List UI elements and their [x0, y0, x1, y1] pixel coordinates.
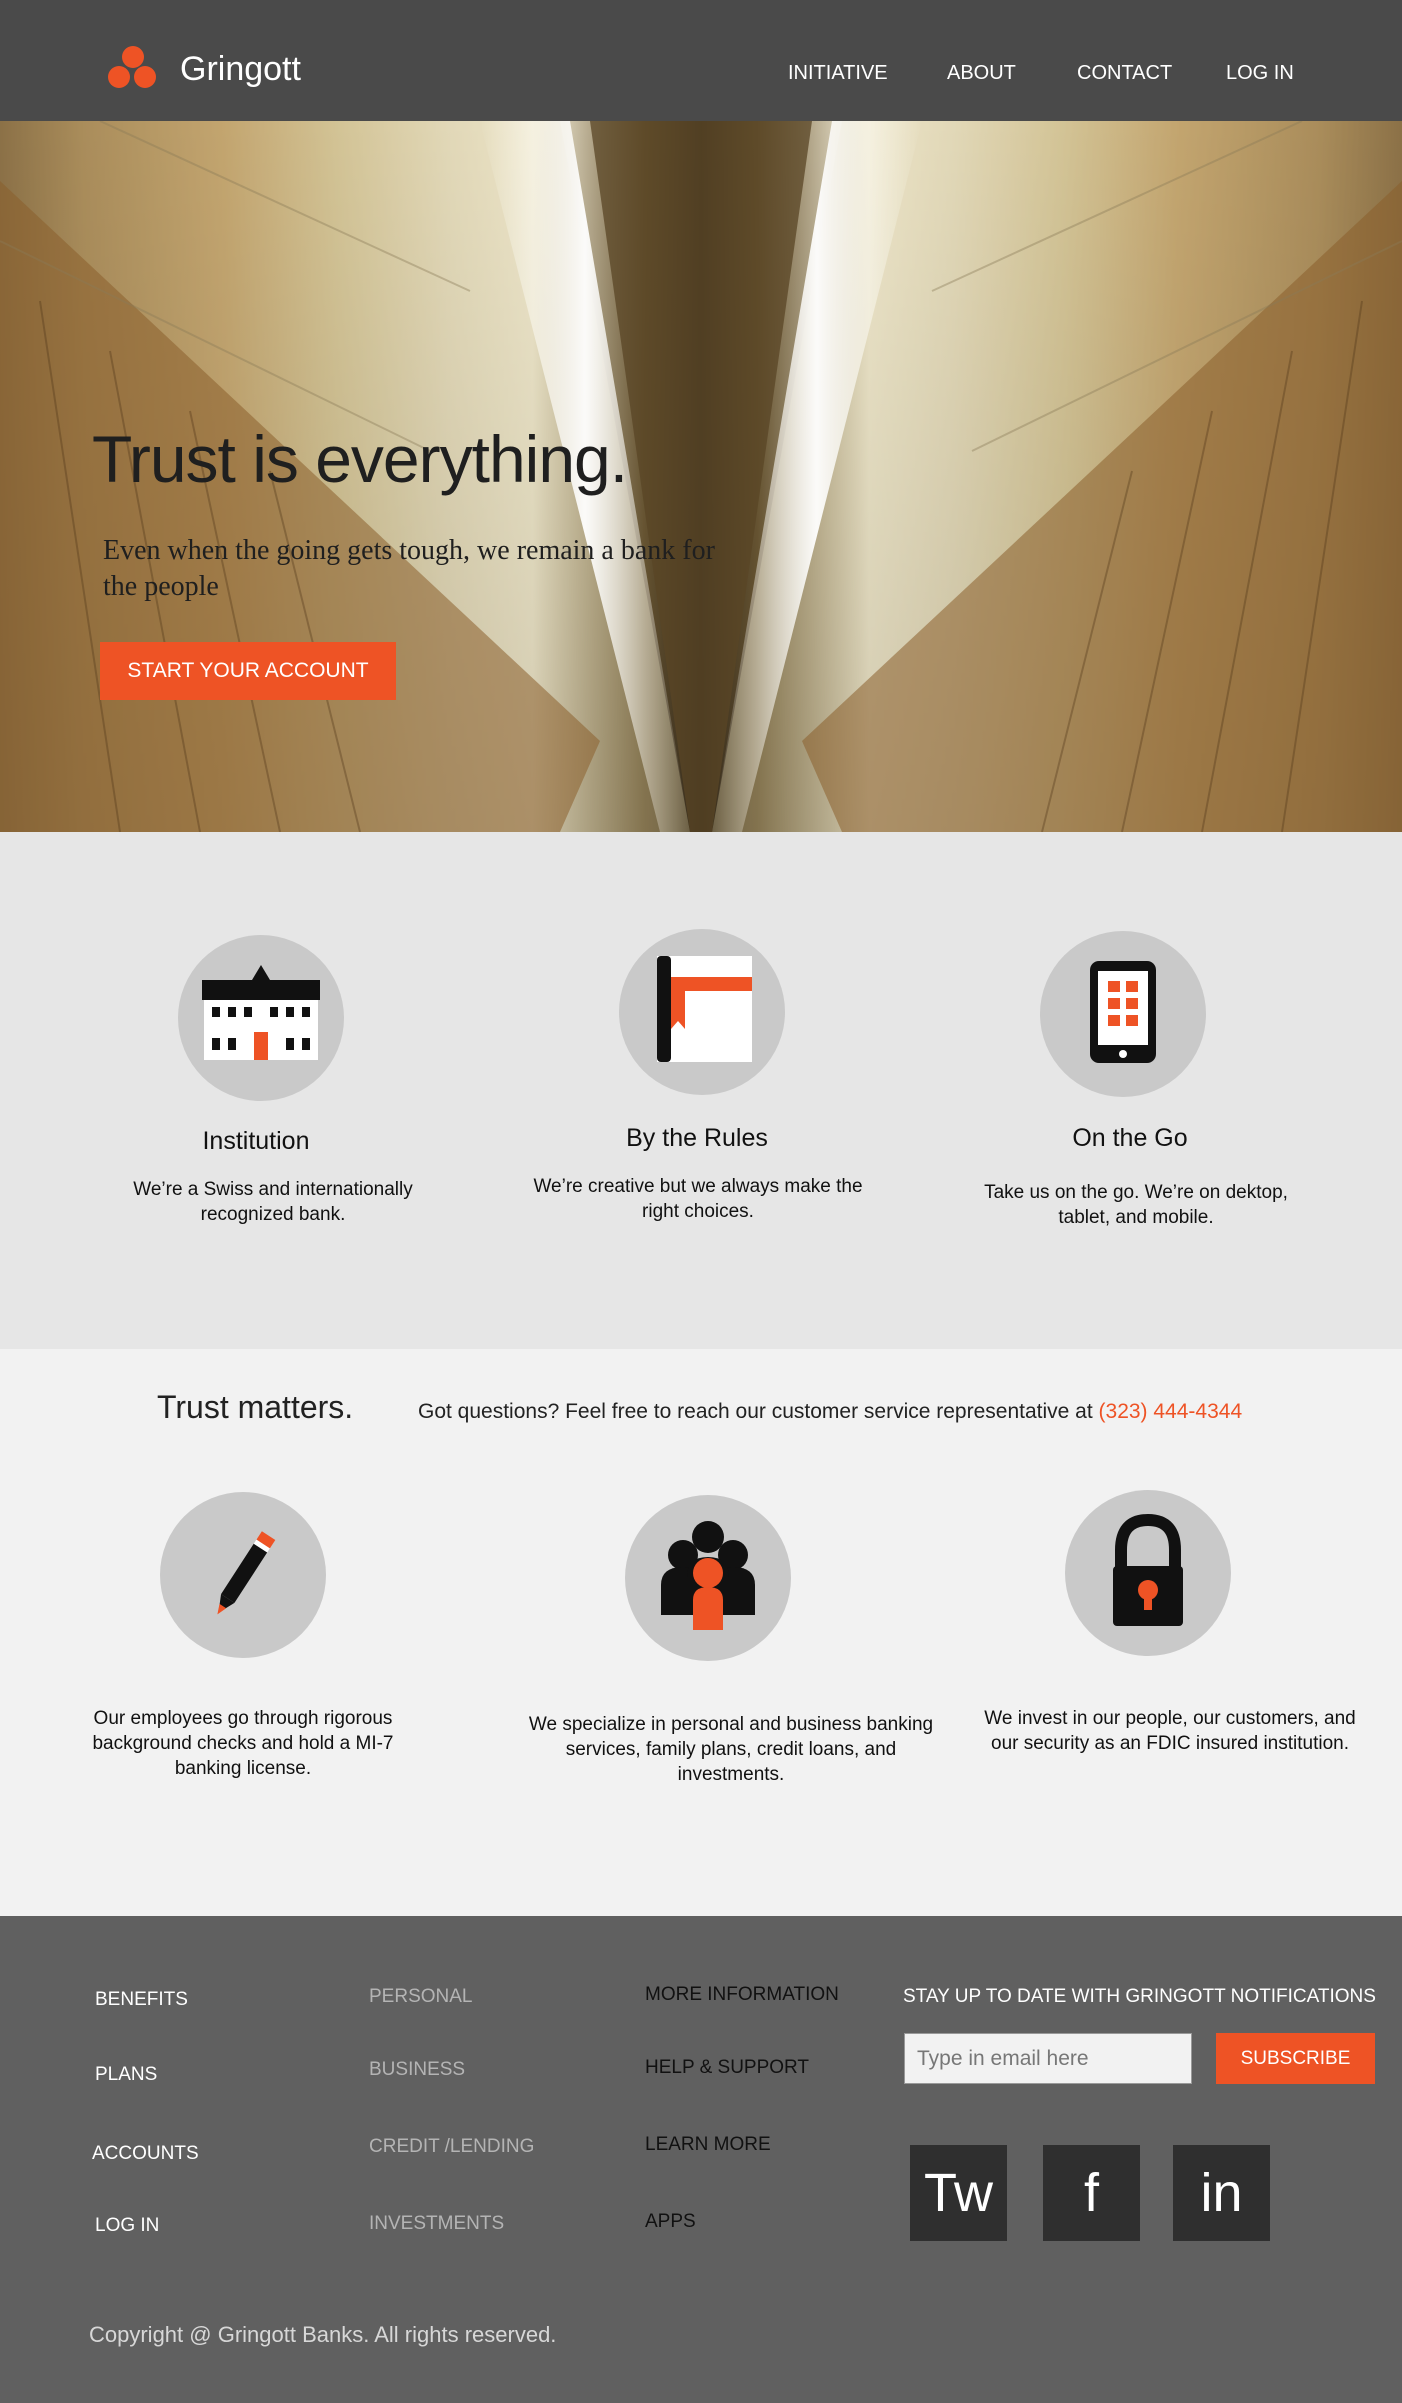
- trust-security-badge: [1065, 1490, 1231, 1656]
- footer-link-login[interactable]: LOG IN: [95, 2215, 159, 2237]
- support-message: Got questions? Feel free to reach our cu…: [418, 1400, 1242, 1424]
- footer-link-more-information[interactable]: MORE INFORMATION: [645, 1984, 839, 2006]
- mobile-phone-icon: [1090, 961, 1156, 1063]
- footer-link-personal[interactable]: PERSONAL: [369, 1986, 472, 2008]
- copyright-text: Copyright @ Gringott Banks. All rights r…: [89, 2322, 557, 2347]
- bank-building-icon: [202, 965, 320, 1060]
- hero-subtitle: Even when the going gets tough, we remai…: [103, 535, 715, 602]
- trust-text: We invest in our people, our customers, …: [984, 1708, 1356, 1754]
- nav-initiative[interactable]: INITIATIVE: [788, 62, 888, 85]
- footer-link-plans[interactable]: PLANS: [95, 2064, 157, 2086]
- footer-link-investments[interactable]: INVESTMENTS: [369, 2213, 504, 2235]
- footer-link-credit-lending[interactable]: CREDIT /LENDING: [369, 2136, 534, 2158]
- feature-title: By the Rules: [626, 1124, 768, 1152]
- nav-about[interactable]: ABOUT: [947, 62, 1016, 85]
- footer-link-apps[interactable]: APPS: [645, 2211, 696, 2233]
- newsletter-heading: STAY UP TO DATE WITH GRINGOTT NOTIFICATI…: [903, 1986, 1376, 2007]
- feature-mobile-badge: [1040, 931, 1206, 1097]
- feature-text: We’re a Swiss and internationally recogn…: [133, 1179, 413, 1225]
- logo-icon[interactable]: [108, 46, 158, 90]
- footer-link-help-support[interactable]: HELP & SUPPORT: [645, 2057, 809, 2079]
- linkedin-button[interactable]: in: [1173, 2145, 1270, 2241]
- start-account-button[interactable]: START YOUR ACCOUNT: [100, 642, 396, 700]
- support-phone-link[interactable]: (323) 444-4344: [1099, 1400, 1243, 1423]
- feature-text: We’re creative but we always make the ri…: [533, 1176, 863, 1222]
- email-input[interactable]: [904, 2033, 1192, 2084]
- hero-banner: Trust is everything. Even when the going…: [0, 121, 1402, 832]
- footer-link-learn-more[interactable]: LEARN MORE: [645, 2134, 771, 2156]
- hero-title: Trust is everything.: [92, 422, 628, 496]
- people-group-icon: [661, 1521, 755, 1630]
- features-section: Institution We’re a Swiss and internatio…: [0, 832, 1402, 1349]
- pencil-icon: [217, 1531, 276, 1615]
- feature-title: On the Go: [1072, 1124, 1188, 1152]
- facebook-button[interactable]: f: [1043, 2145, 1140, 2241]
- trust-title: Trust matters.: [157, 1389, 354, 1425]
- nav-login[interactable]: LOG IN: [1226, 62, 1294, 85]
- nav-contact[interactable]: CONTACT: [1077, 62, 1172, 85]
- feature-institution-badge: [178, 935, 344, 1101]
- trust-text: Our employees go through rigorous backgr…: [92, 1708, 394, 1779]
- feature-rules-badge: [619, 929, 785, 1095]
- trust-section: Trust matters. Got questions? Feel free …: [0, 1349, 1402, 1916]
- site-footer: BENEFITS PLANS ACCOUNTS LOG IN PERSONAL …: [0, 1916, 1402, 2403]
- footer-link-benefits[interactable]: BENEFITS: [95, 1989, 188, 2011]
- support-question: Got questions? Feel free to reach our cu…: [418, 1400, 1099, 1423]
- trust-checks-badge: [160, 1492, 326, 1658]
- feature-title: Institution: [202, 1127, 310, 1155]
- trust-text: We specialize in personal and business b…: [528, 1714, 934, 1785]
- footer-link-accounts[interactable]: ACCOUNTS: [92, 2143, 199, 2165]
- padlock-icon: [1113, 1513, 1183, 1626]
- site-header: Gringott INITIATIVE ABOUT CONTACT LOG IN: [0, 0, 1402, 121]
- brand-name[interactable]: Gringott: [180, 50, 301, 89]
- feature-text: Take us on the go. We’re on dektop, tabl…: [984, 1182, 1288, 1228]
- rule-book-icon: [657, 956, 752, 1062]
- twitter-button[interactable]: Tw: [910, 2145, 1007, 2241]
- footer-link-business[interactable]: BUSINESS: [369, 2059, 465, 2081]
- trust-services-badge: [625, 1495, 791, 1661]
- subscribe-button[interactable]: SUBSCRIBE: [1216, 2033, 1375, 2084]
